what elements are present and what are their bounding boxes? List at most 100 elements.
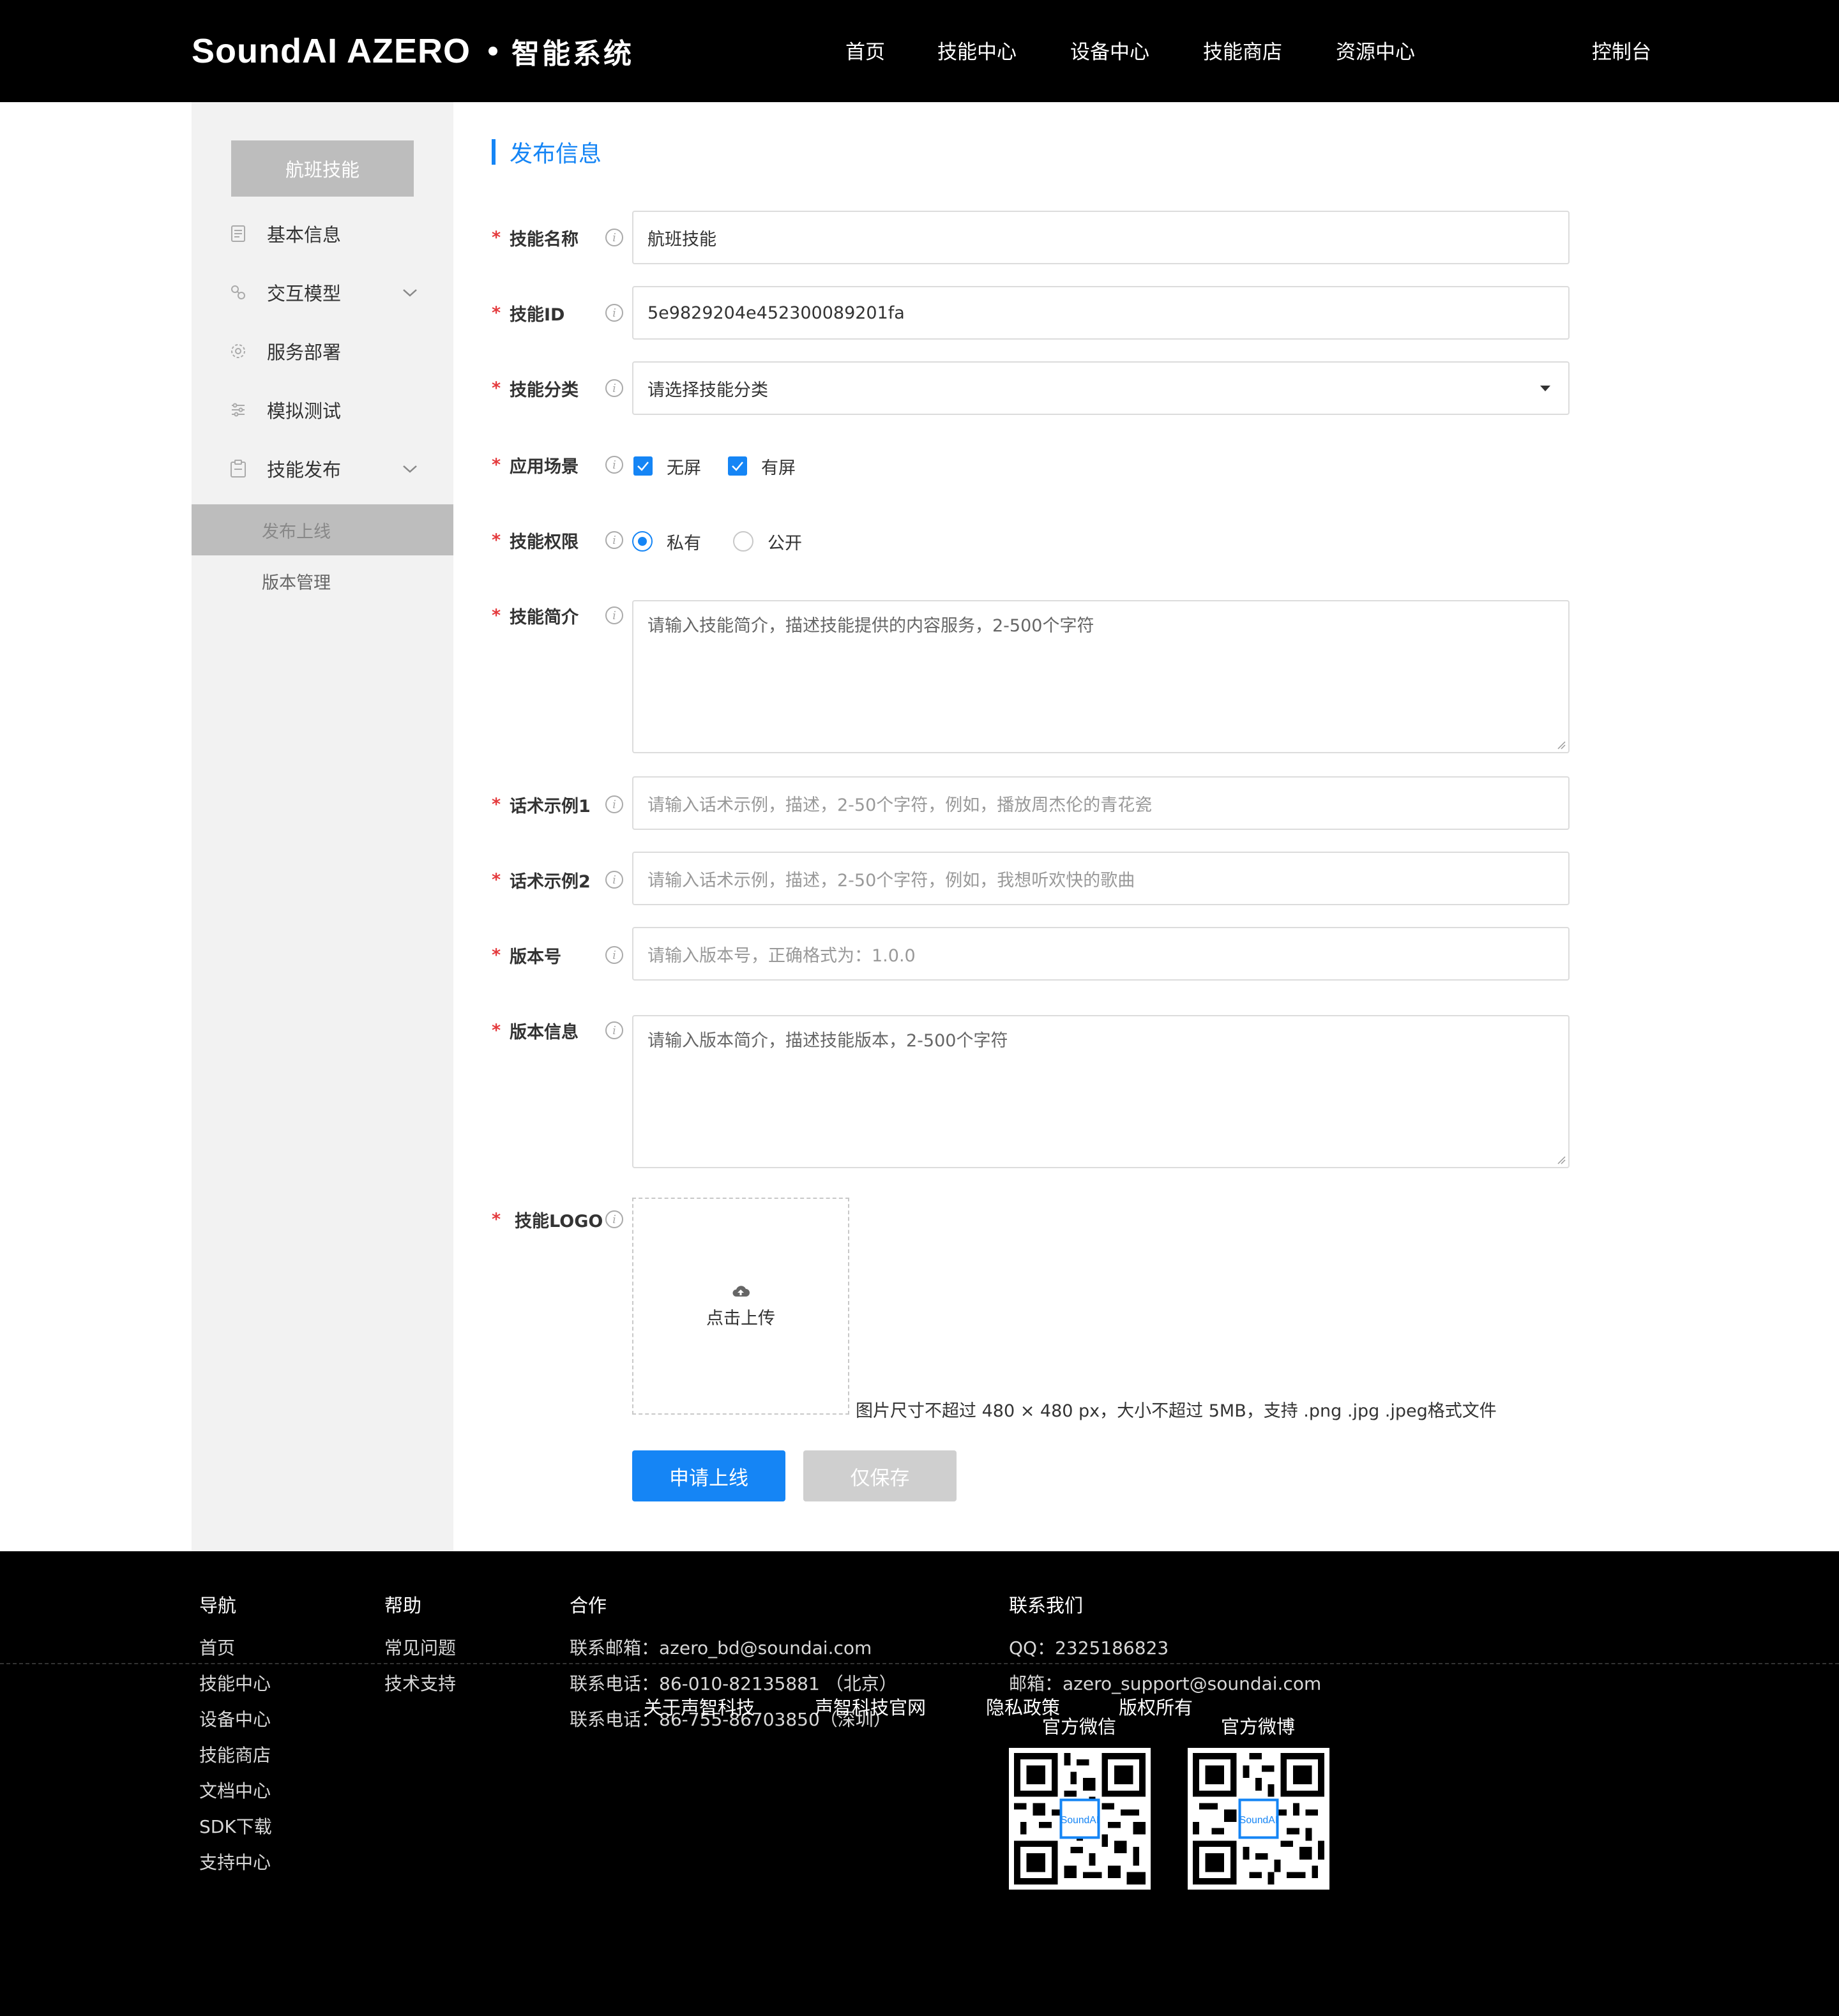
field-label-text: 技能LOGO: [515, 1211, 603, 1231]
checkbox-checked-icon[interactable]: [633, 456, 653, 476]
model-icon: [229, 283, 248, 302]
info-icon[interactable]: i: [605, 456, 623, 474]
sidebar-item-basic-info[interactable]: 基本信息: [192, 214, 453, 253]
resize-handle-icon[interactable]: [1557, 1155, 1566, 1164]
weibo-title: 官方微博: [1221, 1716, 1296, 1738]
field-label-logo: * 技能LOGO: [492, 1207, 603, 1232]
permission-radio-public[interactable]: 公开: [733, 529, 802, 554]
required-mark: *: [492, 794, 501, 815]
info-icon[interactable]: i: [605, 606, 623, 624]
radio-unselected-icon[interactable]: [733, 531, 753, 552]
info-icon[interactable]: i: [605, 946, 623, 964]
nav-skill-store[interactable]: 技能商店: [1203, 36, 1282, 64]
footer-column-title: 合作: [570, 1595, 607, 1616]
sidebar: 航班技能 基本信息 交互模型 服务部署 模拟测试 技能发布 发布上线 版本管理: [192, 102, 453, 1551]
sidebar-subitem-version-manage[interactable]: 版本管理: [192, 555, 453, 606]
field-label-text: 技能简介: [510, 607, 579, 628]
sidebar-skill-title[interactable]: 航班技能: [231, 140, 414, 197]
required-mark: *: [492, 869, 501, 890]
field-label-text: 技能分类: [510, 380, 579, 400]
chevron-down-icon[interactable]: [401, 283, 419, 301]
required-mark: *: [492, 378, 501, 398]
required-mark: *: [492, 530, 501, 550]
sidebar-subitem-label: 版本管理: [262, 573, 331, 593]
field-label-text: 技能ID: [510, 305, 565, 325]
section-title-text: 发布信息: [510, 141, 602, 167]
footer-qq: QQ：2325186823: [1009, 1637, 1169, 1659]
required-mark: *: [492, 303, 501, 323]
save-only-button[interactable]: 仅保存: [803, 1450, 957, 1501]
footer-contact-email: 联系邮箱：azero_bd@soundai.com: [570, 1637, 872, 1659]
submit-online-button[interactable]: 申请上线: [632, 1450, 785, 1501]
brand-logo[interactable]: SoundAI AZERO 智能系统: [192, 32, 634, 70]
skill-intro-textarea[interactable]: 请输入技能简介，描述技能提供的内容服务，2-500个字符: [632, 600, 1570, 753]
info-icon[interactable]: i: [605, 229, 623, 246]
field-label-version: * 版本号: [492, 942, 561, 968]
version-number-input[interactable]: 请输入版本号，正确格式为：1.0.0: [632, 927, 1570, 981]
footer-link[interactable]: 技能商店: [199, 1738, 272, 1773]
footer-link-about[interactable]: 关于声智科技: [644, 1693, 755, 1720]
permission-radio-private[interactable]: 私有: [632, 529, 701, 554]
resize-handle-icon[interactable]: [1557, 741, 1566, 749]
nav-resource-center[interactable]: 资源中心: [1336, 36, 1415, 64]
info-icon[interactable]: i: [605, 379, 623, 397]
radio-label: 公开: [768, 533, 802, 553]
footer: 导航 首页 技能中心 设备中心 技能商店 文档中心 SDK下载 支持中心 帮助 …: [0, 1551, 1839, 2016]
skill-id-input[interactable]: 5e9829204e452300089201fa: [632, 286, 1570, 340]
svg-text:SoundAI: SoundAI: [1061, 1815, 1099, 1826]
weibo-qr-code: SoundAI: [1188, 1748, 1329, 1890]
footer-link-official-site[interactable]: 声智科技官网: [815, 1693, 926, 1720]
required-mark: *: [492, 605, 501, 626]
info-icon[interactable]: i: [605, 1210, 623, 1228]
nav-console[interactable]: 控制台: [1592, 36, 1651, 64]
footer-link[interactable]: 技能中心: [199, 1666, 272, 1702]
footer-link[interactable]: SDK下载: [199, 1809, 272, 1845]
footer-link-privacy[interactable]: 隐私政策: [986, 1693, 1060, 1720]
skill-category-select[interactable]: 请选择技能分类: [632, 361, 1570, 415]
sidebar-item-skill-publish[interactable]: 技能发布: [192, 449, 453, 488]
field-label-text: 版本号: [510, 947, 561, 967]
checkbox-label: 有屏: [761, 458, 796, 478]
scene-checkbox-no-screen[interactable]: 无屏: [633, 453, 701, 479]
utterance-example1-input[interactable]: 请输入话术示例，描述，2-50个字符，例如，播放周杰伦的青花瓷: [632, 776, 1570, 830]
chevron-down-icon[interactable]: [401, 460, 419, 478]
footer-link[interactable]: 常见问题: [384, 1630, 456, 1666]
nav-home[interactable]: 首页: [845, 36, 885, 64]
sidebar-subitem-publish-online[interactable]: 发布上线: [192, 504, 453, 555]
scene-checkbox-with-screen[interactable]: 有屏: [728, 453, 796, 479]
info-icon[interactable]: i: [605, 871, 623, 889]
select-value: 请选择技能分类: [647, 380, 768, 400]
nav-skill-center[interactable]: 技能中心: [937, 36, 1017, 64]
section-title: 发布信息: [492, 138, 602, 167]
sidebar-item-simulation-test[interactable]: 模拟测试: [192, 391, 453, 429]
logo-upload-area[interactable]: 点击上传: [632, 1198, 849, 1415]
footer-link[interactable]: 支持中心: [199, 1845, 272, 1881]
required-mark: *: [492, 1209, 501, 1230]
footer-column-title: 导航: [199, 1595, 237, 1616]
info-icon[interactable]: i: [605, 304, 623, 322]
checkbox-checked-icon[interactable]: [728, 456, 747, 476]
sidebar-item-service-deploy[interactable]: 服务部署: [192, 332, 453, 370]
footer-link[interactable]: 文档中心: [199, 1773, 272, 1809]
upload-label: 点击上传: [706, 1308, 775, 1328]
skill-name-input[interactable]: 航班技能: [632, 211, 1570, 264]
footer-nav-column: 导航 首页 技能中心 设备中心 技能商店 文档中心 SDK下载 支持中心: [199, 1591, 272, 1881]
footer-link[interactable]: 设备中心: [199, 1702, 272, 1738]
field-label-scene: * 应用场景: [492, 452, 579, 478]
nav-device-center[interactable]: 设备中心: [1070, 36, 1149, 64]
version-info-textarea[interactable]: 请输入版本简介，描述技能版本，2-500个字符: [632, 1015, 1570, 1168]
footer-link-copyright[interactable]: 版权所有: [1119, 1693, 1193, 1720]
utterance-example2-input[interactable]: 请输入话术示例，描述，2-50个字符，例如，我想听欢快的歌曲: [632, 852, 1570, 905]
sidebar-item-interaction-model[interactable]: 交互模型: [192, 273, 453, 312]
info-icon[interactable]: i: [605, 531, 623, 549]
info-icon[interactable]: i: [605, 1021, 623, 1039]
clipboard-icon: [229, 459, 248, 478]
footer-link[interactable]: 首页: [199, 1630, 272, 1666]
gear-icon: [229, 342, 248, 361]
sliders-icon: [229, 400, 248, 419]
info-icon[interactable]: i: [605, 795, 623, 813]
wechat-qr-code: SoundAI: [1009, 1748, 1151, 1890]
radio-selected-icon[interactable]: [632, 531, 653, 552]
footer-divider: [0, 1663, 1839, 1664]
footer-link[interactable]: 技术支持: [384, 1666, 456, 1702]
